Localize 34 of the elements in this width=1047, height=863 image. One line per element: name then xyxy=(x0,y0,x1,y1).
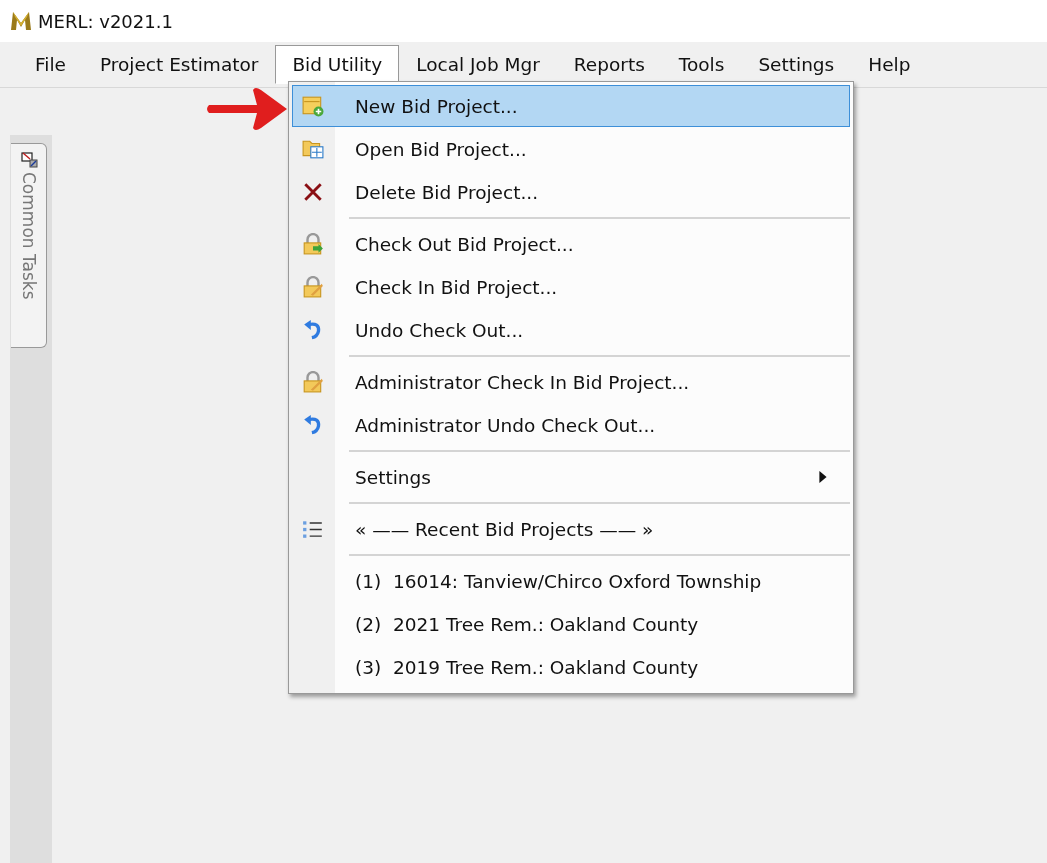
menu-item[interactable]: Administrator Check In Bid Project... xyxy=(292,361,850,403)
app-logo-icon xyxy=(10,11,32,31)
tasks-icon xyxy=(19,150,38,168)
menu-bar-item[interactable]: Help xyxy=(851,45,928,84)
menu-bar-item[interactable]: Bid Utility xyxy=(275,45,400,84)
menu-bar-item[interactable]: File xyxy=(18,45,83,84)
side-tab[interactable]: Common Tasks xyxy=(11,143,47,348)
menu-item[interactable]: Administrator Undo Check Out... xyxy=(292,404,850,446)
list-icon xyxy=(302,518,324,540)
lock-icon xyxy=(302,233,324,255)
lock-icon xyxy=(302,371,324,393)
menu-item[interactable]: (3) 2019 Tree Rem.: Oakland County xyxy=(292,646,850,688)
delete-icon xyxy=(302,181,324,203)
side-tab-label: Common Tasks xyxy=(18,172,39,300)
menu-item[interactable]: (1) 16014: Tanview/Chirco Oxford Township xyxy=(292,560,850,602)
menu-item[interactable]: Undo Check Out... xyxy=(292,309,850,351)
menu-item[interactable]: Open Bid Project... xyxy=(292,128,850,170)
menu-item[interactable]: Settings xyxy=(292,456,850,498)
menu-bar-item[interactable]: Project Estimator xyxy=(82,45,276,84)
menu-item[interactable]: Check In Bid Project... xyxy=(292,266,850,308)
menu-bar-item[interactable]: Reports xyxy=(556,45,662,84)
window-title: MERL: v2021.1 xyxy=(38,10,173,32)
submenu-arrow-icon xyxy=(819,471,827,483)
menu-item[interactable]: (2) 2021 Tree Rem.: Oakland County xyxy=(292,603,850,645)
menu-bar-item[interactable]: Settings xyxy=(741,45,852,84)
new-project-icon xyxy=(302,95,324,117)
folder-icon xyxy=(302,138,324,160)
menu-item[interactable]: Check Out Bid Project... xyxy=(292,223,850,265)
menu-item[interactable]: New Bid Project... xyxy=(292,85,850,127)
menu-item[interactable]: « —— Recent Bid Projects —— » xyxy=(292,508,850,550)
lock-icon xyxy=(302,276,324,298)
menu-bar-item[interactable]: Local Job Mgr xyxy=(399,45,557,84)
menu-item[interactable]: Delete Bid Project... xyxy=(292,171,850,213)
menu-bar-item[interactable]: Tools xyxy=(661,45,742,84)
